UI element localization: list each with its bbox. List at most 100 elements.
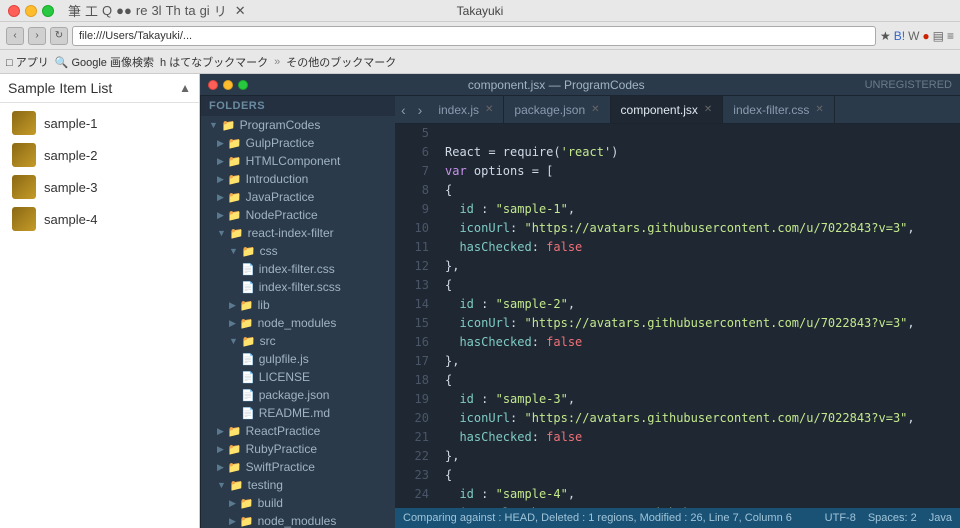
folder-item[interactable]: ▶📁lib: [201, 296, 395, 314]
folder-item[interactable]: ▶📁Introduction: [201, 170, 395, 188]
code-line: id : "sample-3",: [445, 390, 960, 409]
editor-tab[interactable]: index.js ✕: [428, 96, 504, 123]
folder-open-arrow: ▼: [229, 246, 238, 256]
folder-item[interactable]: ▼📁src: [201, 332, 395, 350]
folder-closed-arrow: ▶: [217, 444, 224, 455]
code-line: },: [445, 257, 960, 276]
list-item[interactable]: sample-3: [0, 171, 199, 203]
folder-tree: ▼📁ProgramCodes▶📁GulpPractice▶📁HTMLCompon…: [201, 116, 395, 528]
rss-icon[interactable]: ▤: [933, 29, 944, 43]
editor-tab[interactable]: index-filter.css ✕: [723, 96, 834, 123]
bookmark-apps[interactable]: □ アプリ: [6, 54, 49, 70]
maximize-button[interactable]: [42, 5, 54, 17]
code-line: hasChecked: false: [445, 238, 960, 257]
folder-label: index-filter.css: [259, 262, 335, 276]
tab-label: index-filter.css: [733, 103, 809, 117]
tab-nav-left[interactable]: ‹: [395, 96, 412, 123]
file-item[interactable]: 📄LICENSE: [201, 368, 395, 386]
bookmark-w-icon[interactable]: W: [908, 29, 919, 43]
item-label: sample-4: [44, 212, 97, 227]
bookmark-other[interactable]: その他のブックマーク: [286, 54, 396, 70]
toolbar-icon-1[interactable]: 筆: [68, 1, 81, 20]
forward-button[interactable]: ›: [28, 27, 46, 45]
folder-label: package.json: [259, 388, 330, 402]
close-tab-icon[interactable]: ✕: [235, 3, 246, 19]
address-bar[interactable]: file:///Users/Takayuki/...: [72, 26, 876, 46]
folder-item[interactable]: ▼📁css: [201, 242, 395, 260]
editor-tab[interactable]: package.json ✕: [504, 96, 610, 123]
folder-item[interactable]: ▼📁react-index-filter: [201, 224, 395, 242]
tab-close-icon[interactable]: ✕: [815, 104, 823, 115]
folder-item[interactable]: ▶📁SwiftPractice: [201, 458, 395, 476]
code-token: iconUrl: [445, 411, 510, 425]
toolbar-icon-gi: gi: [200, 3, 210, 18]
folder-label: ReactPractice: [246, 424, 321, 438]
status-text: Comparing against : HEAD, Deleted : 1 re…: [403, 512, 817, 524]
tab-close-icon[interactable]: ✕: [485, 104, 493, 115]
editor-close-btn[interactable]: [208, 80, 218, 90]
editor-max-btn[interactable]: [238, 80, 248, 90]
folder-item[interactable]: ▼📁ProgramCodes: [201, 116, 395, 134]
toolbar-icon-3[interactable]: ●●: [116, 3, 132, 18]
tab-nav-right[interactable]: ›: [412, 96, 429, 123]
folder-item[interactable]: ▶📁JavaPractice: [201, 188, 395, 206]
folder-icon: 📁: [228, 137, 242, 150]
file-item[interactable]: 📄index-filter.css: [201, 260, 395, 278]
close-button[interactable]: [8, 5, 20, 17]
code-token: "sample-3": [496, 392, 568, 406]
tab-bar: ‹ › index.js✕package.json✕component.jsx✕…: [395, 96, 960, 124]
folder-item[interactable]: ▶📁ReactPractice: [201, 422, 395, 440]
bookmark-google[interactable]: 🔍 Google 画像検索: [55, 54, 154, 70]
code-token: ,: [568, 392, 575, 406]
address-text: file:///Users/Takayuki/...: [79, 30, 192, 42]
bookmark-hatena[interactable]: h はてなブックマーク: [160, 54, 268, 70]
search-icon[interactable]: Q: [102, 3, 112, 18]
editor-tab[interactable]: component.jsx✕: [611, 96, 724, 123]
list-item[interactable]: sample-1: [0, 107, 199, 139]
bookmark-star-icon[interactable]: ★: [880, 29, 891, 43]
folder-closed-arrow: ▶: [217, 138, 224, 149]
list-item[interactable]: sample-4: [0, 203, 199, 235]
folder-item[interactable]: ▶📁NodePractice: [201, 206, 395, 224]
file-item[interactable]: 📄package.json: [201, 386, 395, 404]
bookmark-b-icon[interactable]: B!: [894, 29, 905, 43]
toolbar-icon-re: re: [136, 3, 148, 18]
code-content[interactable]: React = require('react')var options = [{…: [437, 124, 960, 508]
editor-min-btn[interactable]: [223, 80, 233, 90]
minimize-button[interactable]: [25, 5, 37, 17]
code-token: ): [611, 145, 618, 159]
code-token: ,: [907, 316, 914, 330]
folder-item[interactable]: ▶📁node_modules: [201, 512, 395, 528]
folder-item[interactable]: ▶📁GulpPractice: [201, 134, 395, 152]
tab-close-icon[interactable]: ✕: [591, 104, 599, 115]
file-icon: 📄: [241, 281, 255, 294]
collapse-button[interactable]: ▲: [179, 81, 191, 95]
more-icon[interactable]: ≡: [947, 29, 954, 43]
folder-label: node_modules: [258, 514, 337, 528]
code-area[interactable]: 5678910111213141516171819202122232425262…: [395, 124, 960, 508]
tab-label: package.json: [514, 103, 585, 117]
hatena-icon[interactable]: ●: [922, 29, 929, 43]
folder-item[interactable]: ▶📁node_modules: [201, 314, 395, 332]
tab-close-icon[interactable]: ✕: [704, 104, 712, 115]
code-line: hasChecked: false: [445, 333, 960, 352]
item-label: sample-2: [44, 148, 97, 163]
code-token: "https://avatars.githubusercontent.com/u…: [524, 411, 907, 425]
folder-item[interactable]: ▶📁RubyPractice: [201, 440, 395, 458]
toolbar-icon-2[interactable]: 工: [85, 1, 98, 20]
code-token: var: [445, 164, 467, 178]
folder-item[interactable]: ▼📁testing: [201, 476, 395, 494]
folder-icon: 📁: [242, 335, 256, 348]
file-item[interactable]: 📄README.md: [201, 404, 395, 422]
file-item[interactable]: 📄index-filter.scss: [201, 278, 395, 296]
folder-item[interactable]: ▶📁build: [201, 494, 395, 512]
code-token: :: [510, 411, 524, 425]
list-item[interactable]: sample-2: [0, 139, 199, 171]
folder-item[interactable]: ▶📁HTMLComponent: [201, 152, 395, 170]
back-button[interactable]: ‹: [6, 27, 24, 45]
file-item[interactable]: 📄gulpfile.js: [201, 350, 395, 368]
tab-label: index.js: [438, 103, 479, 117]
code-token: 'react': [561, 145, 612, 159]
code-token: {: [445, 278, 452, 292]
reload-button[interactable]: ↻: [50, 27, 68, 45]
